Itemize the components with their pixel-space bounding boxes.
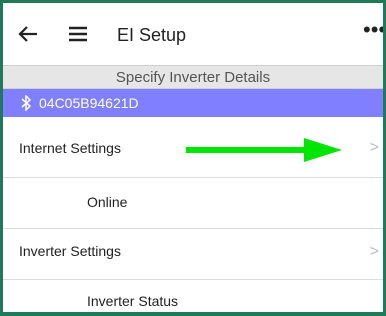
list-item-online[interactable]: Online bbox=[3, 178, 383, 228]
more-options-icon[interactable]: ••• bbox=[363, 17, 383, 43]
list-item-label: Inverter Status bbox=[87, 293, 179, 309]
chevron-right-icon: > bbox=[369, 243, 379, 260]
list-item-label: Internet Settings bbox=[19, 140, 121, 156]
app-frame: EI Setup ••• Specify Inverter Details 04… bbox=[0, 0, 386, 316]
section-header: Specify Inverter Details bbox=[3, 65, 383, 89]
app-bar: EI Setup ••• bbox=[3, 3, 383, 65]
device-address: 04C05B94621D bbox=[39, 95, 139, 111]
hamburger-menu-icon[interactable] bbox=[67, 23, 89, 45]
page-title: EI Setup bbox=[117, 25, 187, 45]
list-item-label: Inverter Settings bbox=[19, 243, 121, 259]
section-header-label: Specify Inverter Details bbox=[115, 69, 271, 86]
arrow-left-icon[interactable] bbox=[17, 23, 39, 45]
device-bar[interactable]: 04C05B94621D bbox=[3, 89, 383, 117]
list-item-inverter-settings[interactable]: Inverter Settings > bbox=[3, 229, 383, 279]
list-item-inverter-status[interactable]: Inverter Status bbox=[3, 280, 383, 312]
chevron-right-icon: > bbox=[369, 139, 379, 156]
annotation-arrow-icon bbox=[186, 138, 342, 162]
list-item-label: Online bbox=[87, 194, 128, 210]
bluetooth-icon bbox=[21, 95, 32, 111]
